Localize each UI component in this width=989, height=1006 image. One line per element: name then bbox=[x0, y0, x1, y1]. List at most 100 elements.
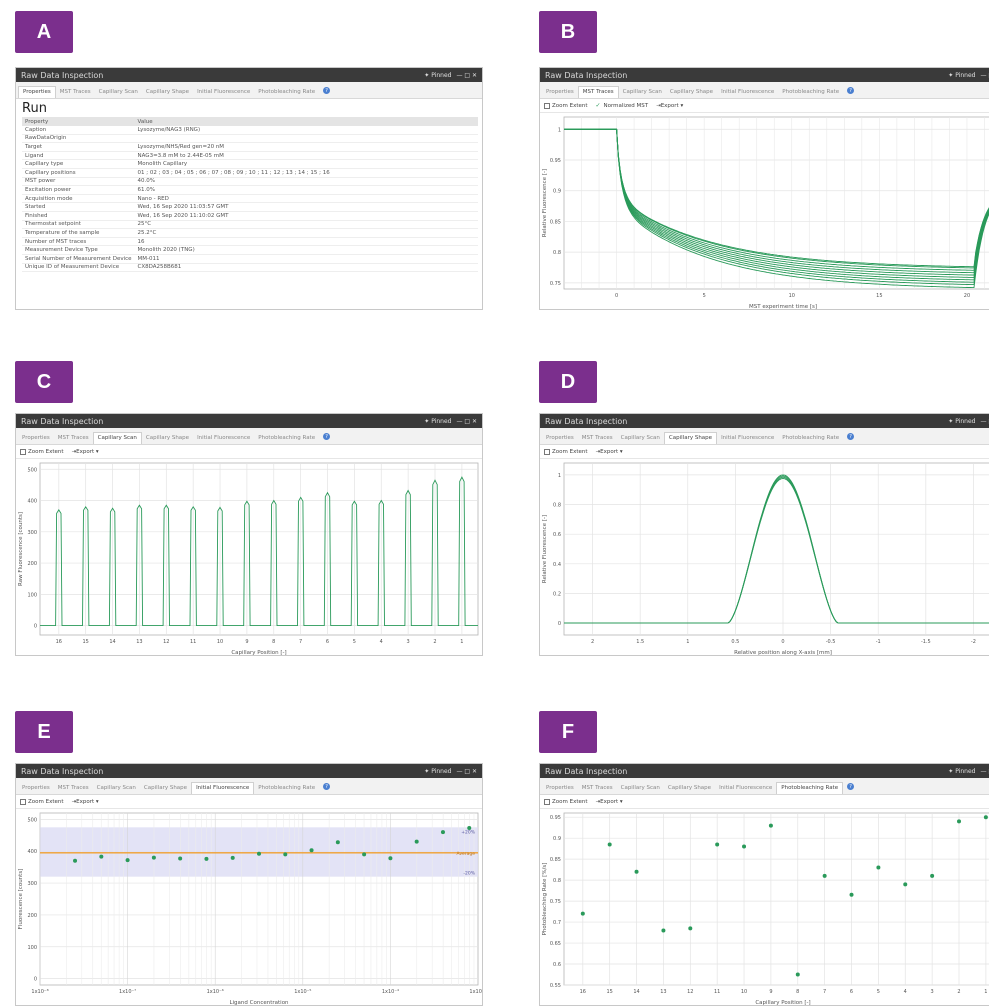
pin-button[interactable]: ✦ Pinned bbox=[424, 418, 451, 425]
table-row[interactable]: Started Wed, 16 Sep 2020 11:03:57 GMT bbox=[22, 202, 478, 212]
table-row[interactable]: Excitation power 61.0% bbox=[22, 185, 478, 195]
tab-photobleaching-rate[interactable]: Photobleaching Rate bbox=[254, 785, 319, 794]
tab-properties[interactable]: Properties bbox=[18, 435, 54, 444]
data-point[interactable] bbox=[362, 852, 367, 857]
table-row[interactable]: Temperature of the sample 25.2°C bbox=[22, 228, 478, 238]
data-point[interactable] bbox=[661, 928, 666, 933]
pin-button[interactable]: ✦ Pinned bbox=[424, 72, 451, 79]
data-point[interactable] bbox=[388, 856, 393, 861]
tab-properties[interactable]: Properties bbox=[542, 89, 578, 98]
data-point[interactable] bbox=[822, 873, 827, 878]
tab-initial-fluorescence[interactable]: Initial Fluorescence bbox=[191, 782, 255, 794]
table-row[interactable]: Serial Number of Measurement Device MM-01… bbox=[22, 254, 478, 264]
tab-capillary-shape[interactable]: Capillary Shape bbox=[664, 785, 715, 794]
data-point[interactable] bbox=[930, 873, 935, 878]
table-row[interactable]: MST power 40.0% bbox=[22, 177, 478, 187]
export-button[interactable]: ⇥ Export ▾ bbox=[656, 103, 683, 109]
export-button[interactable]: ⇥ Export ▾ bbox=[596, 449, 623, 455]
tab-capillary-shape[interactable]: Capillary Shape bbox=[666, 89, 717, 98]
tab-photobleaching-rate[interactable]: Photobleaching Rate bbox=[254, 89, 319, 98]
help-icon[interactable]: ? bbox=[847, 433, 855, 440]
tab-capillary-shape[interactable]: Capillary Shape bbox=[142, 435, 193, 444]
data-point[interactable] bbox=[634, 869, 639, 874]
tab-capillary-scan[interactable]: Capillary Scan bbox=[95, 89, 142, 98]
data-point[interactable] bbox=[768, 823, 773, 828]
data-point[interactable] bbox=[204, 856, 209, 861]
pin-button[interactable]: ✦ Pinned bbox=[424, 768, 451, 775]
tab-photobleaching-rate[interactable]: Photobleaching Rate bbox=[776, 782, 844, 794]
window-titlebar[interactable]: Raw Data Inspection ✦ Pinned — □ ✕ bbox=[16, 68, 482, 82]
table-row[interactable]: Capillary positions 01 ; 02 ; 03 ; 04 ; 0… bbox=[22, 168, 478, 178]
zoom-extent-button[interactable]: Zoom Extent bbox=[20, 448, 64, 455]
tab-mst-traces[interactable]: MST Traces bbox=[54, 435, 93, 444]
window-titlebar[interactable]: Raw Data Inspection ✦ Pinned — □ ✕ bbox=[16, 414, 482, 428]
table-row[interactable]: RawDataOrigin bbox=[22, 134, 478, 144]
chart-c[interactable]: Capillary Position [-] Raw Fluorescence [… bbox=[16, 459, 482, 656]
help-icon[interactable]: ? bbox=[847, 87, 855, 94]
tab-capillary-scan[interactable]: Capillary Scan bbox=[92, 432, 142, 444]
data-point[interactable] bbox=[309, 848, 314, 853]
data-point[interactable] bbox=[467, 825, 472, 830]
table-row[interactable]: Caption Lysozyme/NAG3 (RNG) bbox=[22, 126, 478, 135]
tab-photobleaching-rate[interactable]: Photobleaching Rate bbox=[778, 435, 843, 444]
tab-capillary-scan[interactable]: Capillary Scan bbox=[619, 89, 666, 98]
tab-initial-fluorescence[interactable]: Initial Fluorescence bbox=[717, 435, 778, 444]
data-point[interactable] bbox=[283, 852, 288, 857]
data-point[interactable] bbox=[795, 972, 800, 977]
tab-capillary-scan[interactable]: Capillary Scan bbox=[617, 785, 664, 794]
data-point[interactable] bbox=[580, 911, 585, 916]
data-point[interactable] bbox=[99, 854, 104, 859]
tab-initial-fluorescence[interactable]: Initial Fluorescence bbox=[715, 785, 776, 794]
window-controls[interactable]: — □ ✕ bbox=[456, 768, 477, 775]
window-titlebar[interactable]: Raw Data Inspection ✦ Pinned — □ ✕ bbox=[540, 68, 989, 82]
zoom-extent-button[interactable]: Zoom Extent bbox=[20, 798, 64, 805]
data-point[interactable] bbox=[688, 926, 693, 931]
chart-f[interactable]: Capillary Position [-]Photobleaching Rat… bbox=[540, 809, 989, 1006]
help-icon[interactable]: ? bbox=[323, 87, 331, 94]
data-point[interactable] bbox=[257, 851, 261, 856]
window-titlebar[interactable]: Raw Data Inspection ✦ Pinned — □ ✕ bbox=[16, 764, 482, 778]
zoom-extent-button[interactable]: Zoom Extent bbox=[544, 448, 588, 455]
data-point[interactable] bbox=[903, 882, 908, 887]
table-row[interactable]: Measurement Device Type Monolith 2020 (TN… bbox=[22, 245, 478, 255]
tab-properties[interactable]: Properties bbox=[542, 435, 578, 444]
help-icon[interactable]: ? bbox=[323, 433, 331, 440]
table-row[interactable]: Finished Wed, 16 Sep 2020 11:10:02 GMT bbox=[22, 211, 478, 221]
table-row[interactable]: Unique ID of Measurement Device CX8DA258B… bbox=[22, 263, 478, 273]
pin-button[interactable]: ✦ Pinned bbox=[948, 418, 975, 425]
tab-capillary-shape[interactable]: Capillary Shape bbox=[142, 89, 193, 98]
tab-photobleaching-rate[interactable]: Photobleaching Rate bbox=[778, 89, 843, 98]
pin-button[interactable]: ✦ Pinned bbox=[948, 768, 975, 775]
data-point[interactable] bbox=[335, 840, 340, 845]
zoom-extent-button[interactable]: Zoom Extent bbox=[544, 798, 588, 805]
window-controls[interactable]: — □ ✕ bbox=[980, 72, 989, 79]
window-titlebar[interactable]: Raw Data Inspection ✦ Pinned — □ ✕ bbox=[540, 764, 989, 778]
export-button[interactable]: ⇥ Export ▾ bbox=[72, 449, 99, 455]
data-point[interactable] bbox=[957, 819, 962, 824]
table-row[interactable]: Ligand NAG3=3.8 mM to 2.44E-05 mM bbox=[22, 151, 478, 161]
tab-mst-traces[interactable]: MST Traces bbox=[56, 89, 95, 98]
tab-properties[interactable]: Properties bbox=[18, 86, 56, 98]
data-point[interactable] bbox=[715, 842, 720, 847]
data-point[interactable] bbox=[125, 858, 130, 863]
window-titlebar[interactable]: Raw Data Inspection ✦ Pinned — □ ✕ bbox=[540, 414, 989, 428]
chart-d[interactable]: Relative position along X-axis [mm] Relat… bbox=[540, 459, 989, 656]
export-button[interactable]: ⇥ Export ▾ bbox=[596, 799, 623, 805]
table-row[interactable]: Acquisition mode Nano - RED bbox=[22, 194, 478, 204]
tab-mst-traces[interactable]: MST Traces bbox=[54, 785, 93, 794]
pin-button[interactable]: ✦ Pinned bbox=[948, 72, 975, 79]
table-row[interactable]: Thermostat setpoint 25°C bbox=[22, 220, 478, 230]
data-point[interactable] bbox=[607, 842, 612, 847]
window-controls[interactable]: — □ ✕ bbox=[456, 418, 477, 425]
data-point[interactable] bbox=[73, 858, 78, 863]
data-point[interactable] bbox=[230, 855, 235, 860]
tab-initial-fluorescence[interactable]: Initial Fluorescence bbox=[193, 435, 254, 444]
data-point[interactable] bbox=[983, 815, 988, 820]
export-button[interactable]: ⇥ Export ▾ bbox=[72, 799, 99, 805]
data-point[interactable] bbox=[849, 892, 854, 897]
tab-capillary-scan[interactable]: Capillary Scan bbox=[93, 785, 140, 794]
tab-mst-traces[interactable]: MST Traces bbox=[577, 86, 619, 98]
help-icon[interactable]: ? bbox=[847, 783, 855, 790]
data-point[interactable] bbox=[151, 855, 156, 860]
chart-e[interactable]: Ligand ConcentrationFluorescence [counts… bbox=[16, 809, 482, 1006]
